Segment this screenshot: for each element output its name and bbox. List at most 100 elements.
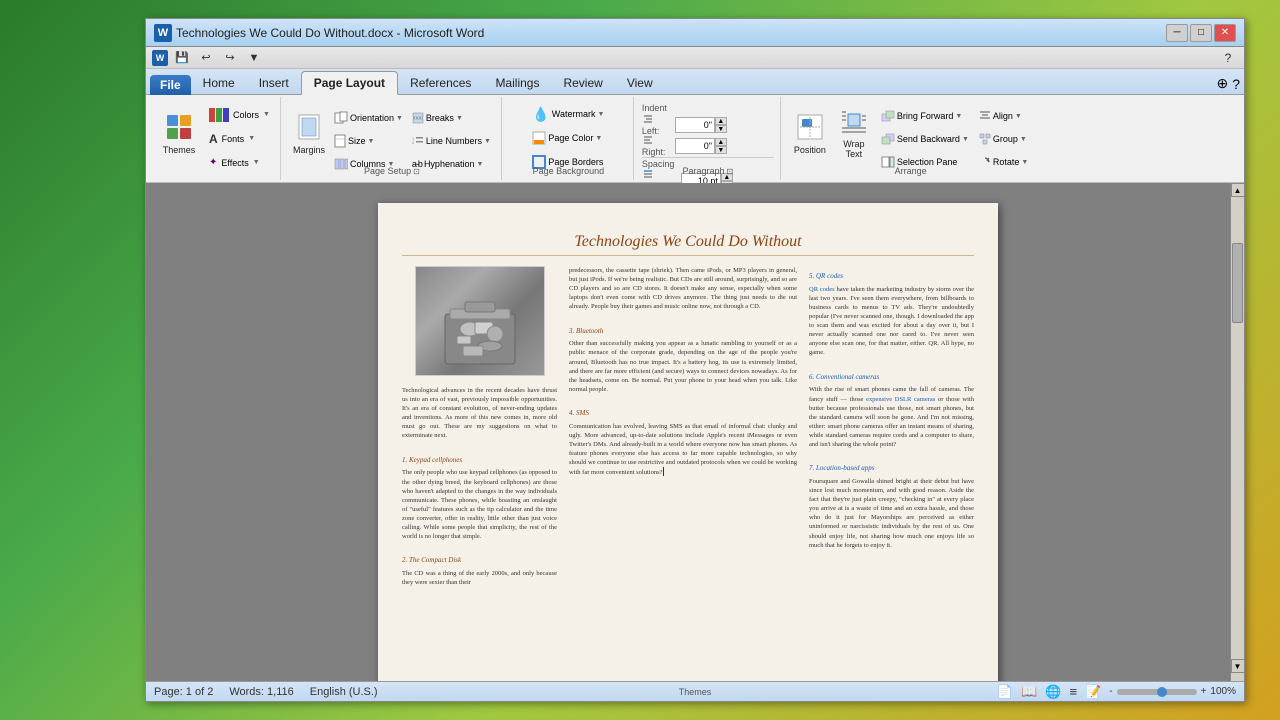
indent-left-spinbox[interactable]: 0" ▲ ▼ [675, 116, 727, 134]
page-color-icon [532, 131, 546, 145]
watermark-button[interactable]: 💧 Watermark ▼ [528, 103, 608, 125]
section-3-title: 3. Bluetooth [569, 327, 797, 337]
themes-group: Themes Colors ▼ A Fonts ▼ [150, 97, 281, 180]
watermark-label: Watermark [552, 109, 596, 119]
help-button[interactable]: ? [1218, 49, 1238, 67]
quick-access-toolbar: W 💾 ↩ ↪ ▼ ? [146, 47, 1244, 69]
titlebar: W Technologies We Could Do Without.docx … [146, 19, 1244, 47]
themes-group-label: Themes [146, 685, 1244, 697]
paragraph-label: Paragraph ⊡ [636, 164, 780, 176]
word-logo: W [154, 24, 172, 42]
tab-page-layout[interactable]: Page Layout [301, 71, 398, 95]
themes-button[interactable]: Themes [156, 103, 202, 163]
effects-button[interactable]: ✦ Effects ▼ [205, 152, 274, 174]
position-button[interactable]: Position [789, 103, 831, 163]
indent-left-input[interactable]: 0" [675, 117, 715, 133]
fonts-button[interactable]: A Fonts ▼ [205, 128, 274, 150]
scroll-thumb[interactable] [1232, 243, 1243, 323]
tab-references[interactable]: References [398, 72, 483, 94]
document-area: Technologies We Could Do Without [146, 183, 1244, 681]
qat-redo[interactable]: ↪ [220, 49, 240, 67]
page-color-label: Page Color [548, 133, 593, 143]
group-button[interactable]: Group ▼ [975, 128, 1032, 150]
ribbon-content: Themes Colors ▼ A Fonts ▼ [146, 95, 1244, 183]
colors-arrow: ▼ [263, 111, 270, 118]
titlebar-controls: ─ □ ✕ [1166, 24, 1236, 42]
fonts-arrow: ▼ [248, 135, 255, 142]
qat-save[interactable]: 💾 [172, 49, 192, 67]
tab-insert[interactable]: Insert [247, 72, 301, 94]
align-icon [979, 110, 991, 122]
tab-home[interactable]: Home [191, 72, 247, 94]
themes-icon [163, 111, 195, 143]
line-numbers-label: Line Numbers [426, 136, 482, 146]
qat-undo[interactable]: ↩ [196, 49, 216, 67]
document-title: Technologies We Could Do Without [402, 233, 974, 251]
align-button[interactable]: Align ▼ [975, 105, 1032, 127]
paragraph-dialog[interactable]: ⊡ [727, 167, 734, 176]
orientation-button[interactable]: Orientation ▼ [330, 107, 407, 129]
wrap-text-button[interactable]: WrapText [833, 103, 875, 163]
titlebar-left: W Technologies We Could Do Without.docx … [154, 24, 484, 42]
position-icon [794, 111, 826, 143]
tab-mailings[interactable]: Mailings [483, 72, 551, 94]
send-backward-button[interactable]: Send Backward ▼ [877, 128, 973, 150]
indent-right-up[interactable]: ▲ [715, 138, 727, 146]
orientation-arrow: ▼ [396, 115, 403, 122]
indent-left-up[interactable]: ▲ [715, 117, 727, 125]
page-setup-dialog[interactable]: ⊡ [413, 167, 420, 176]
maximize-button[interactable]: □ [1190, 24, 1212, 42]
margins-button[interactable]: Margins [289, 103, 329, 163]
breaks-label: Breaks [426, 113, 454, 123]
send-backward-label: Send Backward [897, 134, 960, 144]
indent-left-down[interactable]: ▼ [715, 125, 727, 133]
bring-forward-button[interactable]: Bring Forward ▼ [877, 105, 973, 127]
breaks-button[interactable]: Breaks ▼ [408, 107, 495, 129]
close-button[interactable]: ✕ [1214, 24, 1236, 42]
indent-right-label: Right: [642, 135, 672, 157]
line-numbers-button[interactable]: 1 2 Line Numbers ▼ [408, 130, 495, 152]
orientation-icon [334, 111, 348, 125]
line-numbers-icon: 1 2 [412, 135, 424, 147]
colors-icon [209, 108, 229, 122]
margins-label: Margins [293, 145, 325, 155]
page-color-button[interactable]: Page Color ▼ [528, 127, 606, 149]
tab-file[interactable]: File [150, 75, 191, 95]
tab-view[interactable]: View [615, 72, 665, 94]
arrange-label: Arrange [783, 164, 1038, 176]
ribbon-help[interactable]: ? [1232, 76, 1240, 92]
word-window: W Technologies We Could Do Without.docx … [145, 18, 1245, 702]
scroll-up-button[interactable]: ▲ [1231, 183, 1245, 197]
breaks-icon [412, 112, 424, 124]
indent-right-down[interactable]: ▼ [715, 146, 727, 154]
ribbon-tabs: File Home Insert Page Layout References … [146, 69, 1244, 95]
watermark-icon: 💧 [532, 106, 549, 123]
size-arrow: ▼ [367, 138, 374, 145]
document-columns: Technological advances in the recent dec… [402, 266, 974, 681]
tab-review[interactable]: Review [551, 72, 614, 94]
qat-custom[interactable]: ▼ [244, 49, 264, 67]
indent-right-spinbox[interactable]: 0" ▲ ▼ [675, 137, 727, 155]
size-label: Size [348, 136, 366, 146]
doc-col-left: Technological advances in the recent dec… [402, 266, 557, 681]
scroll-down-button[interactable]: ▼ [1231, 659, 1245, 673]
scroll-track[interactable] [1231, 197, 1244, 659]
align-arrow: ▼ [1015, 113, 1022, 120]
vertical-scrollbar: ▲ ▼ [1230, 183, 1244, 681]
colors-label: Colors [231, 110, 261, 120]
section-5-title: 5. QR codes [809, 272, 974, 282]
doc-col-mid: predecessors, the cassette tape (shriek)… [569, 266, 797, 681]
ribbon-options[interactable]: ⊕ [1216, 75, 1228, 92]
section-2-title: 2. The Compact Disk [402, 556, 557, 566]
size-button[interactable]: Size ▼ [330, 130, 407, 152]
document-page[interactable]: Technologies We Could Do Without [378, 203, 998, 681]
svg-text:2: 2 [412, 140, 415, 145]
colors-button[interactable]: Colors ▼ [205, 104, 274, 126]
section-7-title: 7. Location-based apps [809, 464, 974, 474]
indent-right-input[interactable]: 0" [675, 138, 715, 154]
send-backward-icon [881, 133, 895, 145]
zoom-slider[interactable] [1117, 689, 1197, 695]
position-label: Position [794, 145, 826, 155]
minimize-button[interactable]: ─ [1166, 24, 1188, 42]
effects-label: Effects [219, 158, 250, 168]
